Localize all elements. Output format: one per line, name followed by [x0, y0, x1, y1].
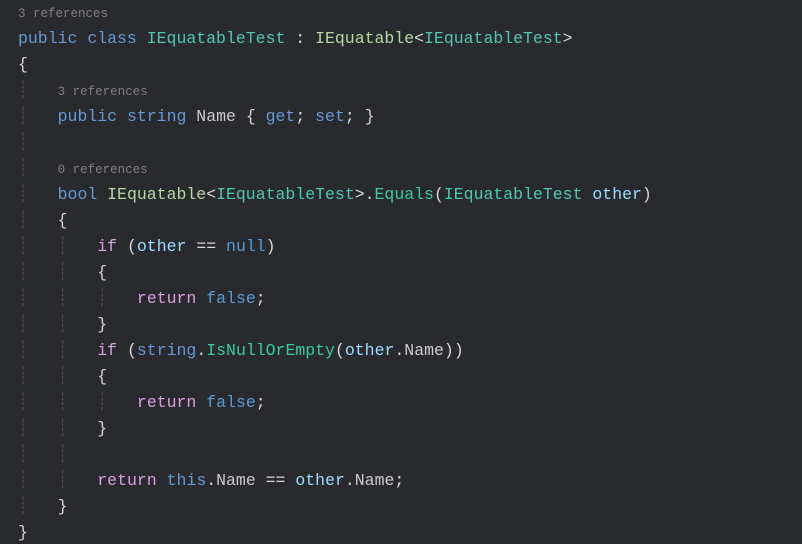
- oparen: (: [335, 341, 345, 360]
- indent-guide: ┊: [18, 107, 58, 126]
- cparen: ): [444, 341, 454, 360]
- kw-false: false: [206, 289, 256, 308]
- semi: ;: [345, 107, 355, 126]
- lt: <: [414, 29, 424, 48]
- semi: ;: [256, 289, 266, 308]
- kw-bool: bool: [58, 185, 98, 204]
- dot: .: [345, 471, 355, 490]
- type-param: IEquatableTest: [424, 29, 563, 48]
- indent-guide: ┊: [18, 81, 58, 100]
- indent-guide: ┊: [18, 133, 28, 152]
- op-eqeq: ==: [266, 471, 286, 490]
- cparen: ): [454, 341, 464, 360]
- cparen: ): [266, 237, 276, 256]
- brace-close: }: [97, 315, 107, 334]
- brace-close: }: [58, 497, 68, 516]
- kw-if: if: [97, 341, 117, 360]
- code-editor[interactable]: 3 references public class IEquatableTest…: [0, 0, 802, 544]
- iface-iequatable: IEquatable: [315, 29, 414, 48]
- indent-guide: ┊: [18, 211, 58, 230]
- indent-guide: ┊ ┊ ┊: [18, 289, 137, 308]
- param-other: other: [295, 471, 345, 490]
- method-equals: Equals: [375, 185, 434, 204]
- prop-name: Name: [196, 107, 236, 126]
- kw-get: get: [266, 107, 296, 126]
- kw-return: return: [137, 393, 196, 412]
- kw-string: string: [127, 107, 186, 126]
- method-isnull: IsNullOrEmpty: [206, 341, 335, 360]
- oparen: (: [127, 237, 137, 256]
- kw-return: return: [137, 289, 196, 308]
- iface-iequatable: IEquatable: [107, 185, 206, 204]
- indent-guide: ┊ ┊: [18, 471, 97, 490]
- brace-open: {: [246, 107, 256, 126]
- indent-guide: ┊: [18, 497, 58, 516]
- cparen: ): [642, 185, 652, 204]
- type-classname: IEquatableTest: [147, 29, 286, 48]
- dot: .: [196, 341, 206, 360]
- brace-open: {: [18, 55, 28, 74]
- kw-string: string: [137, 341, 196, 360]
- brace-open: {: [58, 211, 68, 230]
- indent-guide: ┊ ┊: [18, 263, 97, 282]
- kw-null: null: [226, 237, 266, 256]
- codelens-name[interactable]: 3 references: [58, 81, 148, 101]
- dot: .: [206, 471, 216, 490]
- param-other: other: [137, 237, 187, 256]
- brace-close: }: [18, 523, 28, 542]
- brace-open: {: [97, 263, 107, 282]
- kw-return: return: [97, 471, 156, 490]
- prop-name: Name: [216, 471, 256, 490]
- colon: :: [295, 29, 305, 48]
- indent-guide: ┊: [18, 159, 58, 178]
- kw-this: this: [167, 471, 207, 490]
- kw-public: public: [58, 107, 117, 126]
- indent-guide: ┊ ┊: [18, 341, 97, 360]
- codelens-equals[interactable]: 0 references: [58, 159, 148, 179]
- type-param: IEquatableTest: [444, 185, 583, 204]
- brace-open: {: [97, 367, 107, 386]
- brace-close: }: [97, 419, 107, 438]
- indent-guide: ┊ ┊: [18, 367, 97, 386]
- indent-guide: ┊ ┊: [18, 419, 97, 438]
- indent-guide: ┊ ┊: [18, 237, 97, 256]
- prop-name: Name: [355, 471, 395, 490]
- param-other: other: [345, 341, 395, 360]
- brace-close: }: [365, 107, 375, 126]
- indent-guide: ┊ ┊: [18, 445, 97, 464]
- type-param: IEquatableTest: [216, 185, 355, 204]
- dot: .: [365, 185, 375, 204]
- indent-guide: ┊ ┊: [18, 315, 97, 334]
- kw-class: class: [87, 29, 137, 48]
- semi: ;: [256, 393, 266, 412]
- semi: ;: [394, 471, 404, 490]
- kw-public: public: [18, 29, 77, 48]
- indent-guide: ┊: [18, 185, 58, 204]
- op-eqeq: ==: [196, 237, 216, 256]
- oparen: (: [434, 185, 444, 204]
- indent-guide: ┊ ┊ ┊: [18, 393, 137, 412]
- semi: ;: [295, 107, 305, 126]
- param-other: other: [592, 185, 642, 204]
- dot: .: [394, 341, 404, 360]
- gt: >: [563, 29, 573, 48]
- kw-set: set: [315, 107, 345, 126]
- gt: >: [355, 185, 365, 204]
- kw-false: false: [206, 393, 256, 412]
- lt: <: [206, 185, 216, 204]
- oparen: (: [127, 341, 137, 360]
- prop-name: Name: [404, 341, 444, 360]
- codelens-class[interactable]: 3 references: [18, 3, 108, 23]
- kw-if: if: [97, 237, 117, 256]
